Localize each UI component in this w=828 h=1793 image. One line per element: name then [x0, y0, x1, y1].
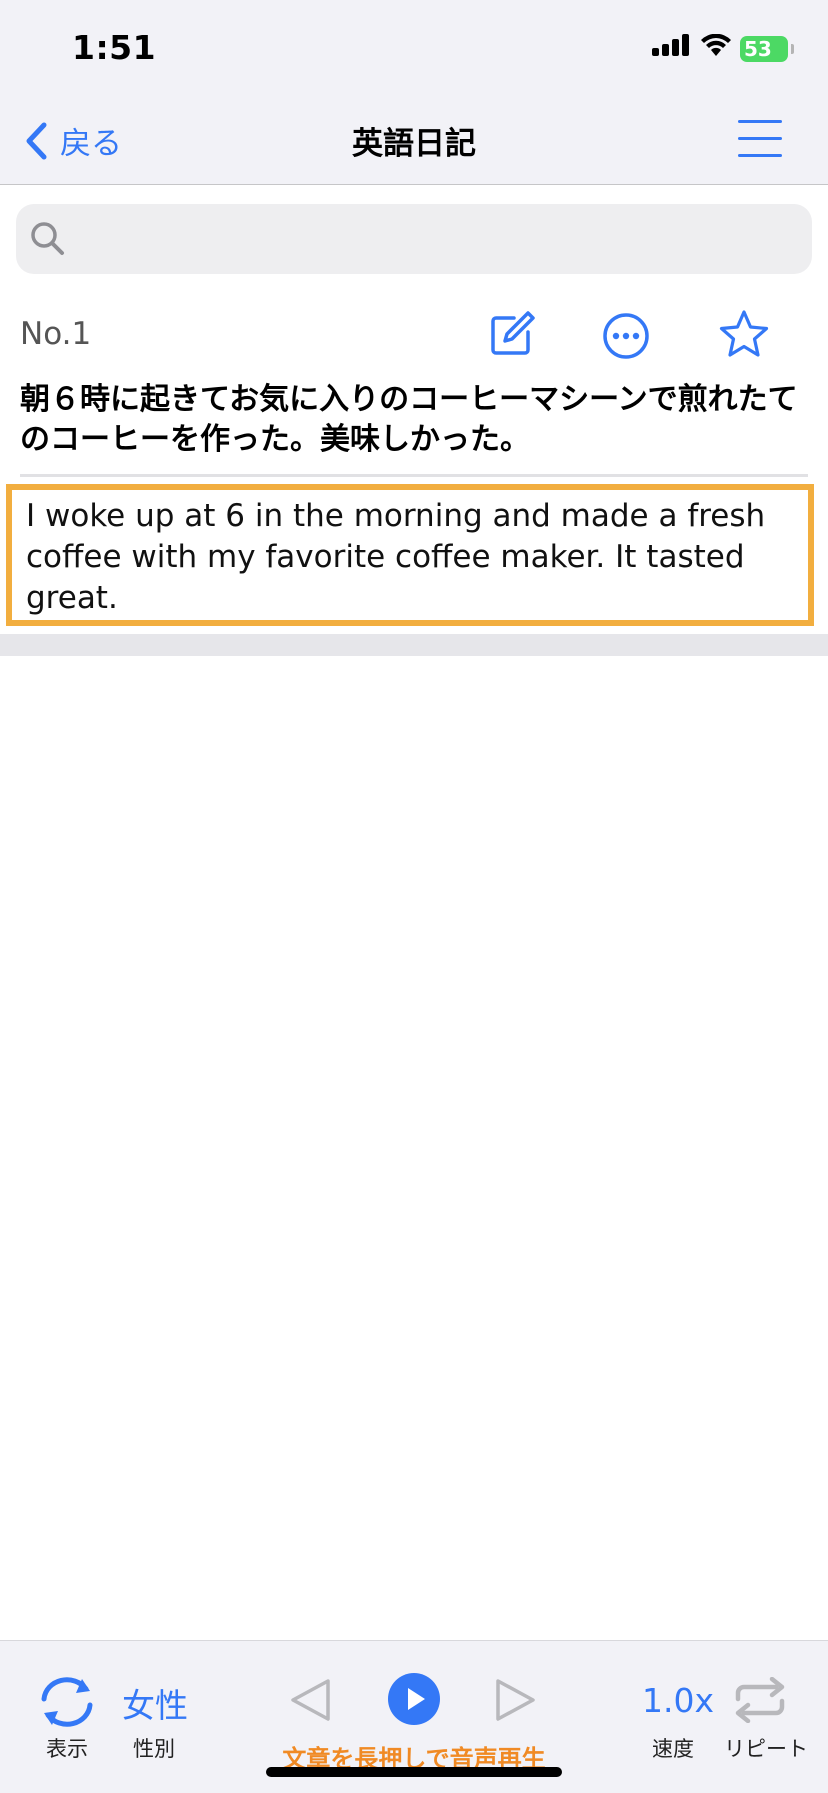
japanese-sentence: 朝６時に起きてお気に入りのコーヒーマシーンで煎れたてのコーヒーを作った。美味しか… — [20, 382, 798, 457]
page-title: 英語日記 — [352, 126, 476, 162]
wifi-icon — [701, 34, 731, 56]
edit-button[interactable] — [488, 310, 536, 362]
entry-number: No.1 — [20, 316, 92, 352]
english-sentence: I woke up at 6 in the morning and made a… — [26, 498, 766, 616]
favorite-button[interactable] — [718, 308, 770, 364]
divider — [20, 474, 808, 477]
battery-level: 53 — [744, 37, 772, 61]
menu-line — [738, 120, 782, 123]
search-bar[interactable] — [16, 204, 812, 274]
search-icon — [31, 222, 64, 255]
more-options-button[interactable] — [602, 312, 650, 364]
repeat-icon — [735, 1676, 785, 1724]
speed-selector[interactable]: 1.0x — [642, 1681, 714, 1720]
bottom-toolbar: 表示 女性 性別 1.0x 速度 リピート 文章を長押しで音声再生 — [0, 1640, 828, 1793]
home-indicator[interactable] — [266, 1767, 562, 1777]
status-time: 1:51 — [72, 28, 157, 67]
previous-button[interactable] — [288, 1677, 332, 1727]
play-button[interactable] — [388, 1673, 440, 1729]
refresh-icon — [41, 1677, 93, 1727]
chevron-left-icon — [26, 122, 47, 159]
edit-icon — [491, 311, 535, 355]
ellipsis-circle-icon — [603, 313, 649, 359]
next-button[interactable] — [494, 1677, 538, 1727]
back-button[interactable]: 戻る — [24, 118, 122, 163]
triangle-left-icon — [291, 1679, 330, 1721]
gender-selector[interactable]: 女性 — [122, 1679, 188, 1727]
play-icon — [388, 1673, 440, 1725]
repeat-button[interactable] — [732, 1676, 788, 1727]
menu-line — [738, 137, 782, 140]
back-label: 戻る — [60, 126, 122, 162]
menu-button[interactable] — [738, 118, 784, 160]
menu-line — [738, 154, 782, 157]
section-separator — [0, 634, 828, 656]
english-sentence-box[interactable]: I woke up at 6 in the morning and made a… — [6, 484, 814, 626]
display-toggle-button[interactable] — [36, 1675, 98, 1733]
search-input[interactable] — [76, 216, 800, 264]
battery-icon: 53 — [740, 36, 794, 62]
triangle-right-icon — [496, 1679, 535, 1721]
navigation-bar: 1:51 53 戻る 英語日記 — [0, 0, 828, 185]
cellular-signal-icon — [652, 34, 692, 56]
star-icon — [719, 310, 769, 357]
